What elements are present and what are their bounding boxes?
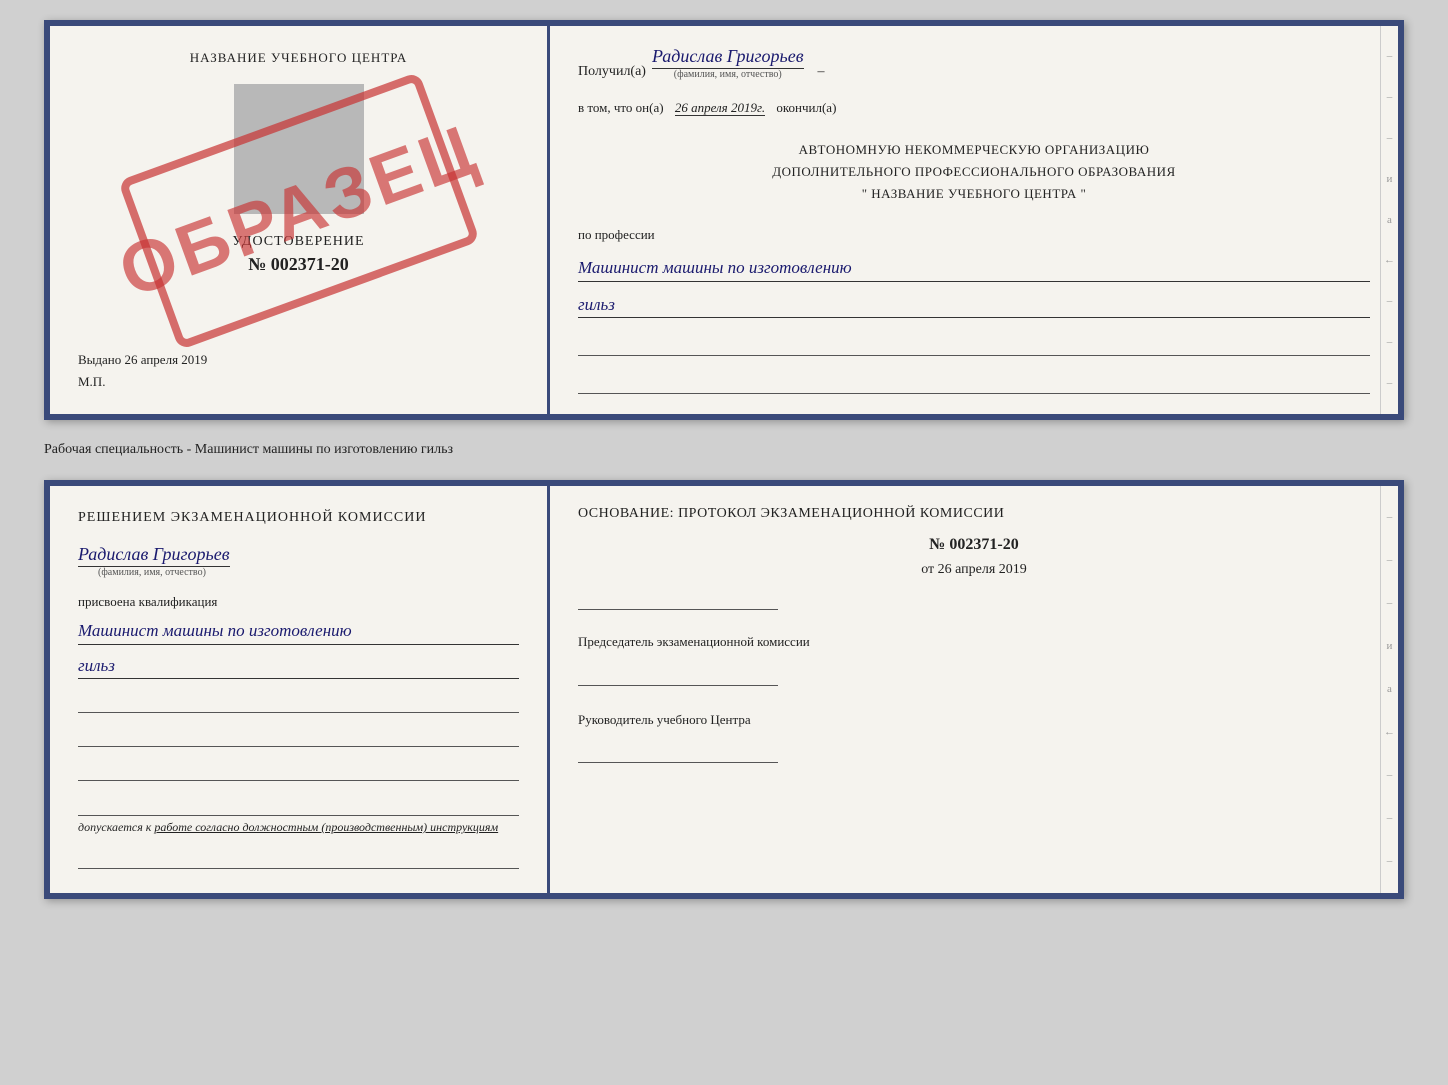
separator-label: Рабочая специальность - Машинист машины …	[44, 438, 1404, 462]
allow-underline-text: работе согласно должностным (производств…	[154, 820, 498, 834]
issued-date: 26 апреля 2019	[125, 352, 208, 367]
received-prefix: Получил(а)	[578, 64, 646, 80]
top-document: НАЗВАНИЕ УЧЕБНОГО ЦЕНТРА УДОСТОВЕРЕНИЕ №…	[44, 20, 1404, 420]
cert-number: № 002371-20	[78, 254, 519, 275]
qualification-handwritten: Машинист машины по изготовлению	[78, 618, 519, 645]
qualification-handwritten2: гильз	[78, 653, 519, 680]
profession-label: по профессии	[578, 227, 1370, 243]
decision-title: Решением экзаменационной комиссии	[78, 510, 519, 526]
bottom-underline3	[78, 759, 519, 781]
protocol-date: от 26 апреля 2019	[578, 562, 1370, 578]
recipient-name: Радислав Григорьев	[652, 46, 804, 69]
protocol-date-val: 26 апреля 2019	[938, 562, 1027, 577]
allow-text: допускается к	[78, 820, 154, 834]
chairman-signature-line	[578, 664, 778, 686]
bottom-doc-left: Решением экзаменационной комиссии Радисл…	[50, 486, 550, 893]
underline2	[578, 372, 1370, 394]
dash-separator: –	[818, 64, 825, 80]
bottom-underline2	[78, 725, 519, 747]
bottom-name-label: (фамилия, имя, отчество)	[98, 567, 206, 578]
completion-date: 26 апреля 2019г.	[675, 100, 765, 116]
underline1	[578, 334, 1370, 356]
assigned-label: присвоена квалификация	[78, 594, 519, 610]
head-signature-line	[578, 741, 778, 763]
profession-handwritten2: гильз	[578, 292, 1370, 319]
right-side-dashes: – – – и а ← – – –	[1380, 26, 1398, 414]
bottom-right-side-dashes: – – – и а ← – – –	[1380, 486, 1398, 893]
mp-label: М.П.	[78, 374, 519, 390]
bottom-underline4	[78, 847, 519, 869]
finished-label: окончил(а)	[776, 100, 836, 115]
date-prefix: от	[921, 562, 934, 577]
issued-line: Выдано 26 апреля 2019	[78, 332, 519, 368]
org-line2: ДОПОЛНИТЕЛЬНОГО ПРОФЕССИОНАЛЬНОГО ОБРАЗО…	[578, 161, 1370, 183]
received-line: Получил(а) Радислав Григорьев (фамилия, …	[578, 46, 1370, 80]
bottom-underline1	[78, 691, 519, 713]
profession-handwritten: Машинист машины по изготовлению	[578, 255, 1370, 282]
head-label: Руководитель учебного Центра	[578, 710, 1370, 730]
basis-line: Основание: протокол экзаменационной коми…	[578, 506, 1370, 522]
protocol-number: № 002371-20	[578, 536, 1370, 554]
photo-placeholder	[234, 84, 364, 214]
chairman-label: Председатель экзаменационной комиссии	[578, 632, 1370, 652]
in-that-prefix: в том, что он(а)	[578, 100, 664, 115]
org-name: " НАЗВАНИЕ УЧЕБНОГО ЦЕНТРА "	[578, 183, 1370, 205]
org-block: АВТОНОМНУЮ НЕКОММЕРЧЕСКУЮ ОРГАНИЗАЦИЮ ДО…	[578, 139, 1370, 205]
top-doc-right: Получил(а) Радислав Григорьев (фамилия, …	[550, 26, 1398, 414]
bottom-person-name: Радислав Григорьев	[78, 544, 230, 567]
cert-title: УДОСТОВЕРЕНИЕ	[78, 234, 519, 250]
name-label-top: (фамилия, имя, отчество)	[674, 69, 782, 80]
bottom-document: Решением экзаменационной комиссии Радисл…	[44, 480, 1404, 899]
in-that-line: в том, что он(а) 26 апреля 2019г. окончи…	[578, 98, 1370, 119]
allow-line: допускается к работе согласно должностны…	[78, 815, 519, 835]
school-name-top: НАЗВАНИЕ УЧЕБНОГО ЦЕНТРА	[78, 50, 519, 66]
bottom-doc-right: Основание: протокол экзаменационной коми…	[550, 486, 1398, 893]
top-doc-left: НАЗВАНИЕ УЧЕБНОГО ЦЕНТРА УДОСТОВЕРЕНИЕ №…	[50, 26, 550, 414]
org-line1: АВТОНОМНУЮ НЕКОММЕРЧЕСКУЮ ОРГАНИЗАЦИЮ	[578, 139, 1370, 161]
issued-label: Выдано	[78, 352, 121, 367]
